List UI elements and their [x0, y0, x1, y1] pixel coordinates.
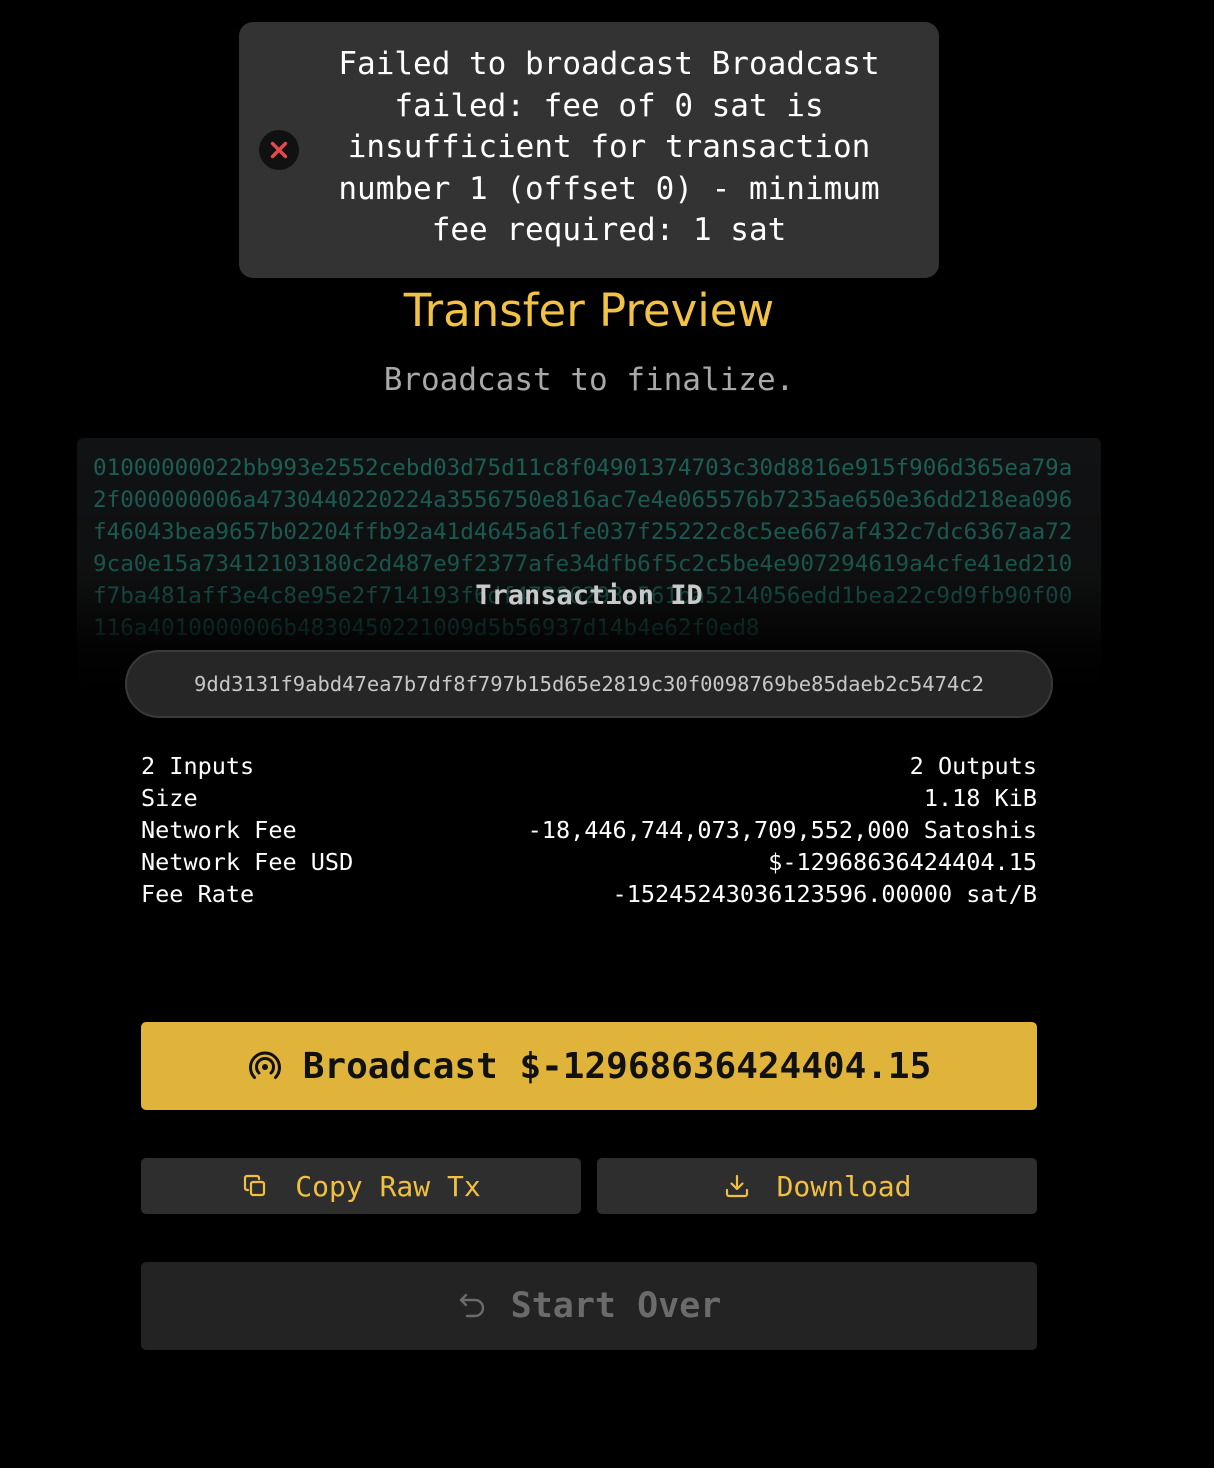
detail-row-fee: Network Fee -18,446,744,073,709,552,000 … [141, 814, 1037, 846]
download-button[interactable]: Download [597, 1158, 1037, 1214]
network-fee-usd-label: Network Fee USD [141, 848, 354, 876]
transaction-id-value: 9dd3131f9abd47ea7b7df8f797b15d65e2819c30… [194, 672, 984, 696]
start-over-button[interactable]: Start Over [141, 1262, 1037, 1350]
detail-row-io: 2 Inputs 2 Outputs [141, 750, 1037, 782]
download-icon [725, 1174, 748, 1198]
copy-raw-tx-label: Copy Raw Tx [295, 1169, 481, 1203]
start-over-label: Start Over [510, 1286, 722, 1326]
fee-rate-label: Fee Rate [141, 880, 255, 908]
detail-row-fee-usd: Network Fee USD $-12968636424404.15 [141, 846, 1037, 878]
transaction-id-label: Transaction ID [475, 580, 703, 611]
network-fee-label: Network Fee [141, 816, 297, 844]
error-x-icon [259, 130, 299, 170]
broadcast-icon [248, 1051, 281, 1079]
copy-raw-tx-button[interactable]: Copy Raw Tx [141, 1158, 581, 1214]
broadcast-label: Broadcast $-12968636424404.15 [302, 1045, 932, 1087]
broadcast-button[interactable]: Broadcast $-12968636424404.15 [141, 1022, 1037, 1110]
page-subtitle: Broadcast to finalize. [383, 362, 795, 398]
undo-icon [459, 1293, 484, 1318]
detail-row-fee-rate: Fee Rate -15245243036123596.00000 sat/B [141, 878, 1037, 910]
network-fee-usd-value: $-12968636424404.15 [768, 848, 1037, 876]
fee-rate-value: -15245243036123596.00000 sat/B [612, 880, 1037, 908]
network-fee-value: -18,446,744,073,709,552,000 Satoshis [527, 816, 1037, 844]
copy-icon [244, 1174, 266, 1197]
transaction-details: 2 Inputs 2 Outputs Size 1.18 KiB Network… [141, 750, 1037, 910]
page-title: Transfer Preview [403, 284, 775, 337]
download-label: Download [776, 1169, 912, 1203]
detail-row-size: Size 1.18 KiB [141, 782, 1037, 814]
outputs-count: 2 Outputs [909, 752, 1037, 780]
size-value: 1.18 KiB [923, 784, 1037, 812]
size-label: Size [141, 784, 198, 812]
toast-message: Failed to broadcast Broadcast failed: fe… [338, 46, 880, 248]
inputs-count: 2 Inputs [141, 752, 255, 780]
transaction-id-field[interactable]: 9dd3131f9abd47ea7b7df8f797b15d65e2819c30… [125, 650, 1053, 718]
